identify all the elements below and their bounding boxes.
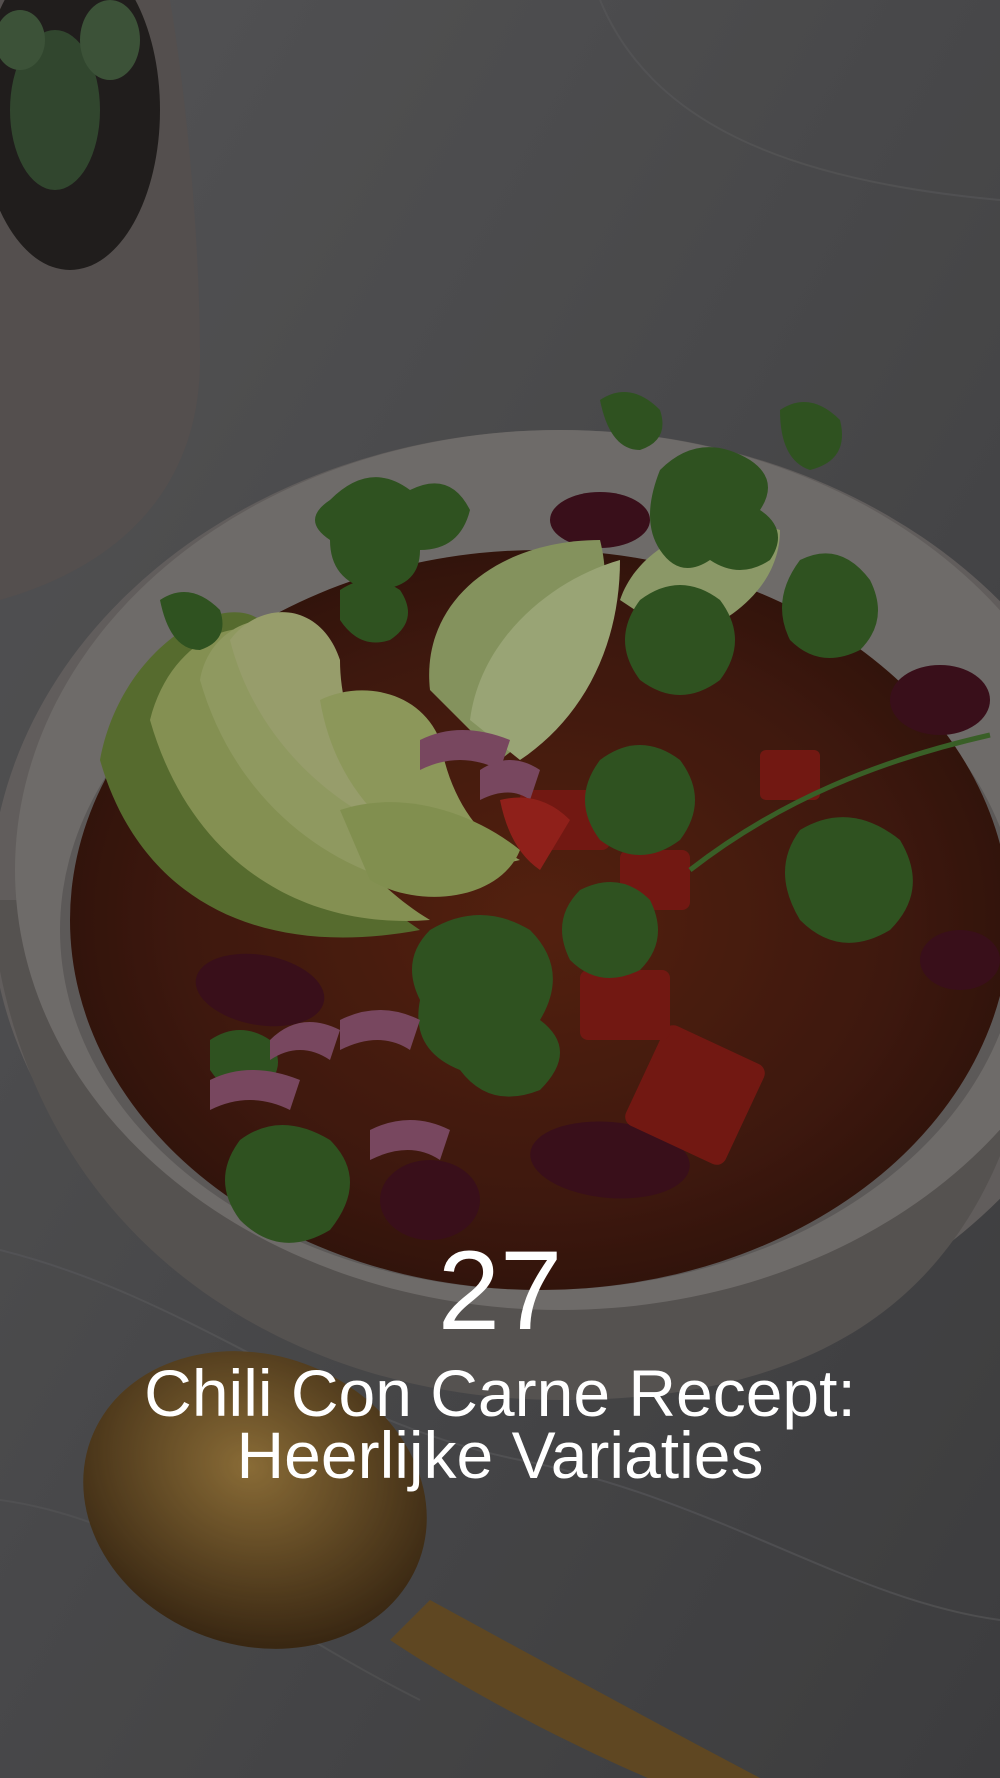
pin-title-line-1: Chili Con Carne Recept: (144, 1356, 856, 1430)
chili-bowl-photo (0, 0, 1000, 1778)
pin-graphic: 27 Chili Con Carne Recept: Heerlijke Var… (0, 0, 1000, 1778)
list-count: 27 (437, 1228, 563, 1353)
pin-title: Chili Con Carne Recept: Heerlijke Variat… (0, 1356, 1000, 1492)
pin-title-line-2: Heerlijke Variaties (236, 1418, 764, 1492)
